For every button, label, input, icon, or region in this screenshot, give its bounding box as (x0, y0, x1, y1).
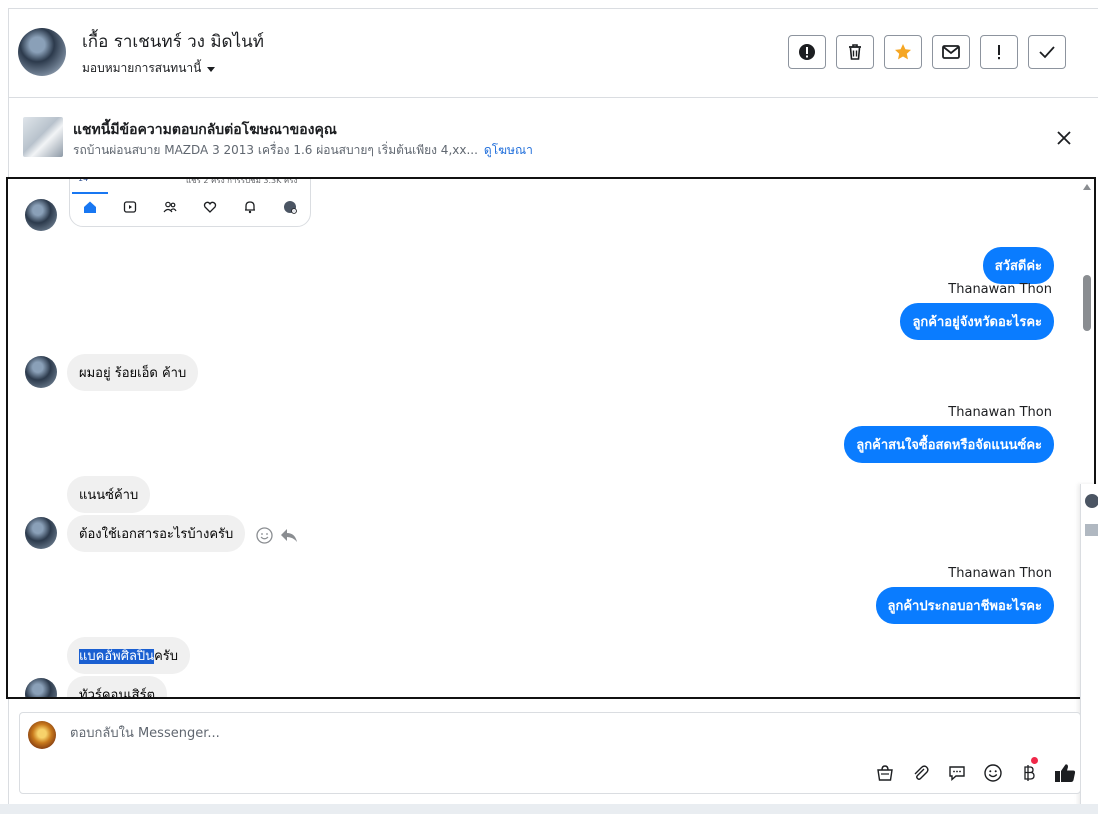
emoji-icon (984, 764, 1002, 782)
contact-name[interactable]: เกื้อ ราเชนทร์ วง มิดไนท์ (82, 28, 264, 55)
message-incoming[interactable]: แบคอัพศิลปินครับ (67, 637, 190, 674)
shared-image-count: 14 (78, 177, 89, 183)
saved-replies-button[interactable] (945, 761, 969, 785)
message-text: ลูกค้าอยู่จังหวัดอะไรคะ (900, 303, 1054, 340)
like-icon (1055, 764, 1076, 782)
attach-button[interactable] (909, 761, 933, 785)
trash-icon (849, 44, 861, 60)
shared-image[interactable]: 14 แชร์ 2 ครั้ง การรับชม 3.3K ครั้ง (69, 177, 311, 227)
view-ad-link[interactable]: ดูโฆษณา (484, 143, 533, 157)
message-incoming[interactable]: ต้องใช้เอกสารอะไรบ้างครับ (67, 515, 246, 552)
spam-button[interactable] (788, 35, 826, 69)
contact-avatar-small (25, 678, 57, 697)
message-incoming[interactable]: ทัวร์คอนเสิร์ต (67, 676, 168, 697)
selected-text: แบคอัพศิลปิน (79, 649, 155, 664)
bottom-bar (0, 804, 1098, 814)
baht-icon (1024, 765, 1035, 781)
message-thread[interactable]: 14 แชร์ 2 ครั้ง การรับชม 3.3K ครั้ง สวัส… (6, 177, 1096, 699)
shared-image-stats: แชร์ 2 ครั้ง การรับชม 3.3K ครั้ง (186, 177, 298, 185)
emoji-button[interactable] (981, 761, 1005, 785)
message-text: ผมอยู่ ร้อยเอ็ด ค้าบ (67, 354, 199, 391)
contact-avatar-small (25, 356, 57, 388)
reels-icon (123, 201, 137, 213)
react-button[interactable] (256, 527, 273, 548)
payment-button[interactable] (1017, 757, 1041, 785)
contact-avatar-small (25, 199, 57, 231)
star-button[interactable] (884, 35, 922, 69)
friends-icon (163, 201, 177, 213)
scrollbar-thumb[interactable] (1083, 275, 1091, 331)
message-outgoing[interactable]: ลูกค้าประกอบอาชีพอะไรคะ (875, 587, 1054, 624)
mark-unread-button[interactable] (932, 35, 970, 69)
reply-button[interactable] (280, 527, 298, 548)
top-border (8, 8, 1098, 9)
side-panel-avatar (1085, 494, 1098, 508)
profile-menu-icon (284, 201, 297, 214)
side-panel-fragment (1080, 484, 1098, 814)
message-text: ลูกค้าประกอบอาชีพอะไรคะ (875, 587, 1054, 624)
header-divider (8, 97, 1098, 98)
message-text: แบคอัพศิลปินครับ (67, 637, 190, 674)
assign-label: มอบหมายการสนทนานี้ (82, 61, 202, 75)
shop-button[interactable] (873, 761, 897, 785)
reply-icon (281, 529, 297, 542)
exclamation-icon (998, 45, 1000, 60)
reply-composer[interactable] (19, 712, 1081, 794)
message-outgoing[interactable]: ลูกค้าอยู่จังหวัดอะไรคะ (900, 303, 1054, 340)
sender-name: Thanawan Thon (948, 405, 1052, 420)
scroll-up-arrow-icon[interactable] (1083, 183, 1091, 191)
delete-button[interactable] (836, 35, 874, 69)
ad-banner-title: แชทนี้มีข้อความตอบกลับต่อโฆษณาของคุณ (73, 122, 337, 138)
like-button[interactable] (1053, 761, 1077, 785)
notification-dot (1031, 757, 1038, 764)
dating-icon (203, 201, 217, 213)
message-text: ทัวร์คอนเสิร์ต (67, 676, 168, 697)
shop-bag-icon (877, 765, 893, 781)
message-text: ต้องใช้เอกสารอะไรบ้างครับ (67, 515, 246, 552)
message-text: ลูกค้าสนใจซื้อสดหรือจัดแนนซ์คะ (844, 426, 1054, 463)
caret-down-icon (207, 66, 216, 72)
message-text-rest: ครับ (154, 649, 178, 664)
sender-name: Thanawan Thon (948, 282, 1052, 297)
message-incoming[interactable]: ผมอยู่ ร้อยเอ็ด ค้าบ (67, 354, 199, 391)
message-text: แนนซ์ค้าบ (67, 476, 151, 513)
ad-description: รถบ้านผ่อนสบาย MAZDA 3 2013 เครื่อง 1.6 … (73, 143, 478, 157)
close-icon (1057, 131, 1071, 145)
message-text: สวัสดีค่ะ (982, 247, 1054, 284)
follow-up-button[interactable] (980, 35, 1018, 69)
message-outgoing[interactable]: ลูกค้าสนใจซื้อสดหรือจัดแนนซ์คะ (844, 426, 1054, 463)
assign-conversation-dropdown[interactable]: มอบหมายการสนทนานี้ (82, 59, 217, 78)
message-outgoing[interactable]: สวัสดีค่ะ (982, 247, 1054, 284)
paperclip-icon (914, 765, 929, 780)
contact-avatar-small (25, 517, 57, 549)
done-button[interactable] (1028, 35, 1066, 69)
page-avatar (28, 721, 56, 749)
shared-image-nav (70, 200, 310, 214)
ad-banner-subtitle: รถบ้านผ่อนสบาย MAZDA 3 2013 เครื่อง 1.6 … (73, 141, 533, 160)
check-icon (1039, 46, 1055, 59)
saved-reply-icon (949, 766, 965, 782)
shared-image-tab-indicator (72, 192, 108, 194)
envelope-icon (942, 45, 960, 59)
bell-icon (245, 201, 255, 214)
sender-name: Thanawan Thon (948, 566, 1052, 581)
reply-input[interactable] (68, 725, 972, 742)
contact-avatar[interactable] (18, 28, 66, 76)
star-icon (895, 44, 911, 60)
close-ad-banner-button[interactable] (1052, 126, 1076, 150)
alert-circle-icon (799, 44, 815, 60)
home-icon (84, 201, 96, 213)
message-incoming[interactable]: แนนซ์ค้าบ (67, 476, 151, 513)
ad-thumbnail[interactable] (23, 117, 63, 157)
side-panel-thumb (1085, 524, 1098, 536)
emoji-reaction-icon (256, 527, 273, 544)
